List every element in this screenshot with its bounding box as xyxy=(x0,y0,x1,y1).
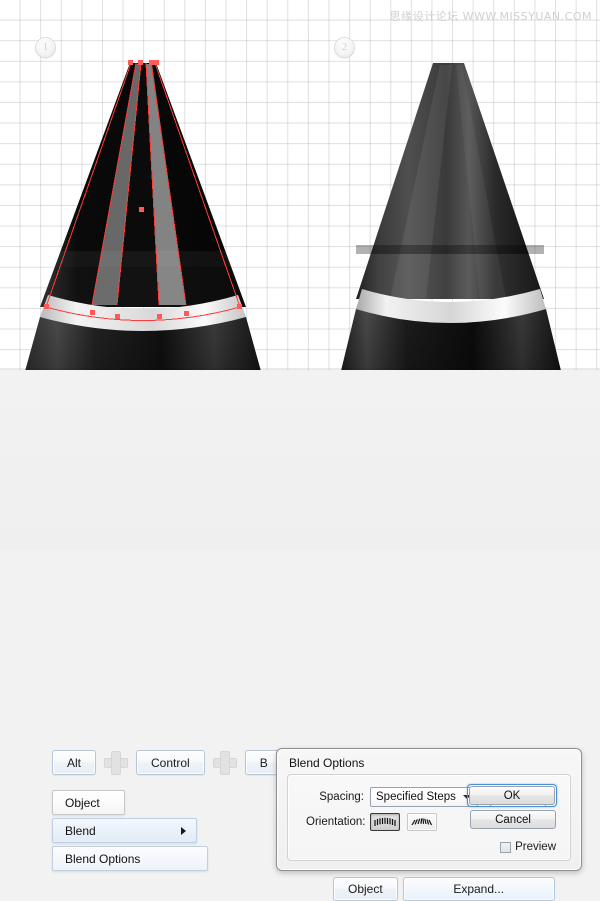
menu-item-blend[interactable]: Blend xyxy=(52,818,197,843)
preview-checkbox-row[interactable]: Preview xyxy=(500,841,556,853)
orientation-label: Orientation: xyxy=(306,816,366,828)
align-to-page-glyph xyxy=(374,817,396,826)
step-badge-1: 1 xyxy=(35,37,56,58)
plus-icon xyxy=(105,751,128,774)
step-badge-2: 2 xyxy=(334,37,355,58)
screenshot-root: 1 2 思缘设计论坛 WWW.MISSYUAN.COM Alt Control … xyxy=(0,0,600,901)
align-to-path-glyph xyxy=(411,818,433,826)
menu-item-blend-options-label: Blend Options xyxy=(65,851,141,866)
illustration-canvas: 1 2 思缘设计论坛 WWW.MISSYUAN.COM xyxy=(0,0,600,370)
preview-checkbox[interactable] xyxy=(500,841,512,853)
align-to-page-icon[interactable] xyxy=(370,813,400,831)
menu-item-object[interactable]: Object xyxy=(52,790,125,815)
spacing-select-value: Specified Steps xyxy=(376,791,456,803)
menu-stack: Object Blend Blend Options xyxy=(52,790,208,874)
watermark-text: 思缘设计论坛 WWW.MISSYUAN.COM xyxy=(389,10,592,23)
blend-options-dialog: Blend Options Spacing: Specified Steps 3… xyxy=(276,748,582,871)
shortcut-row: Alt Control B xyxy=(52,750,283,775)
preview-label: Preview xyxy=(515,841,556,853)
dialog-title: Blend Options xyxy=(289,756,365,770)
spacing-label: Spacing: xyxy=(319,791,364,803)
ok-button-focus-ring: OK xyxy=(468,785,556,806)
bottom-action-row: Object Expand... xyxy=(333,877,555,901)
button-expand[interactable]: Expand... xyxy=(402,877,555,901)
cancel-button-wrap: Cancel xyxy=(470,810,556,829)
ok-button[interactable]: OK xyxy=(469,786,555,805)
cancel-button[interactable]: Cancel xyxy=(470,810,556,829)
key-alt[interactable]: Alt xyxy=(52,750,97,775)
chevron-right-icon xyxy=(181,826,186,835)
menu-item-blend-options[interactable]: Blend Options xyxy=(52,846,208,871)
button-object[interactable]: Object xyxy=(333,877,398,901)
menu-item-blend-label: Blend xyxy=(65,823,96,838)
orientation-row: Orientation: xyxy=(306,813,444,831)
menu-item-object-label: Object xyxy=(65,795,100,810)
instruction-panel: Alt Control B Object Blend Blend Options… xyxy=(0,370,600,901)
key-control[interactable]: Control xyxy=(136,750,205,775)
align-to-path-icon[interactable] xyxy=(407,813,437,831)
dialog-groupbox: Spacing: Specified Steps 30 Orientation: xyxy=(287,774,571,861)
artwork-pencil-with-paths xyxy=(25,60,261,370)
spacing-select[interactable]: Specified Steps xyxy=(370,787,478,807)
plus-icon xyxy=(213,751,236,774)
artwork-pencil-blended xyxy=(341,63,561,370)
